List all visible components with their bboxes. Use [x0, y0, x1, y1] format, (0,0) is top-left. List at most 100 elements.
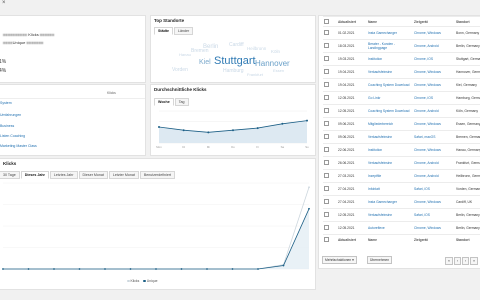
row-name[interactable]: Autoreflexe	[367, 221, 413, 235]
row-select[interactable]	[323, 143, 337, 157]
row-select[interactable]	[323, 182, 337, 196]
table-row[interactable]: 27.03.2021 Inzeptfile Chrome, Android Heilb…	[323, 169, 480, 183]
row-name[interactable]: Verkaufsfeinsinn	[367, 65, 413, 79]
row-name[interactable]: Insta Gamechanger	[367, 195, 413, 209]
row-device[interactable]: Chrome, iOS	[413, 91, 455, 105]
row-checkbox[interactable]	[324, 186, 329, 191]
row-device[interactable]: Chrome, Android	[413, 104, 455, 118]
row-device[interactable]: Safari, iOS	[413, 208, 455, 222]
table-row[interactable]: 27.04.2021 Insta Gamechanger Chrome, Windo…	[323, 195, 480, 209]
row-device[interactable]: Chrome, Android	[413, 169, 455, 183]
row-name[interactable]: Coaching System Download	[367, 78, 413, 92]
row-name[interactable]: Berater - Kunden - Landingpage	[367, 39, 413, 53]
row-select[interactable]	[323, 65, 337, 79]
row-select[interactable]	[323, 117, 337, 131]
table-row[interactable]: 19.04.2021 Verkaufsfeinsinn Chrome, Window…	[323, 65, 480, 79]
row-select[interactable]	[323, 26, 337, 40]
tab-last-year[interactable]: Letztes Jahr	[49, 171, 78, 179]
referrer-row-2[interactable]: Umfahrungen	[0, 113, 21, 117]
row-checkbox[interactable]	[324, 160, 329, 165]
row-select[interactable]	[323, 91, 337, 105]
table-row[interactable]: 22.06.2021 Institution Chrome, Windows Hana…	[323, 143, 480, 157]
tab-week[interactable]: Woche	[154, 98, 174, 106]
row-name[interactable]: Verkaufsfeinsinn	[367, 130, 413, 144]
select-all-checkbox[interactable]	[324, 18, 329, 24]
table-row[interactable]: 12.05.2021 Coaching System Download Chrome…	[323, 104, 480, 118]
row-checkbox[interactable]	[324, 95, 329, 100]
row-checkbox[interactable]	[324, 173, 329, 178]
row-name[interactable]: Institution	[367, 52, 413, 66]
row-checkbox[interactable]	[324, 121, 329, 126]
row-select[interactable]	[323, 52, 337, 66]
tab-this-month[interactable]: Dieser Monat	[78, 171, 108, 179]
row-checkbox[interactable]	[324, 56, 329, 61]
table-row[interactable]: 26.06.2021 Verkaufsfeinsinn Chrome, Androi…	[323, 156, 480, 170]
table-row[interactable]: 19.03.2021 Institution Chrome, iOS Stuttgar…	[323, 52, 480, 66]
row-device[interactable]: Safari, iOS	[413, 182, 455, 196]
row-select[interactable]	[323, 221, 337, 235]
last-page-button[interactable]: »	[470, 257, 478, 265]
row-name[interactable]: Go Linkr	[367, 91, 413, 105]
header-name[interactable]: Name	[367, 16, 413, 27]
table-row[interactable]: 12.05.2021 Autoreflexe Chrome, Windows Berl…	[323, 221, 480, 235]
row-name[interactable]: Mitgliederbereich	[367, 117, 413, 131]
header-device[interactable]: Zielgerät	[413, 16, 455, 27]
row-checkbox[interactable]	[324, 212, 329, 217]
row-name[interactable]: Inzeptfile	[367, 169, 413, 183]
row-checkbox[interactable]	[324, 225, 329, 230]
row-device[interactable]: Chrome, Windows	[413, 78, 455, 92]
row-checkbox[interactable]	[324, 147, 329, 152]
row-name[interactable]: Verkaufsfeinsinn	[367, 156, 413, 170]
tab-last-month[interactable]: Letzter Monat	[108, 171, 139, 179]
bulk-actions-select[interactable]: Mehrfachaktionen ▾	[322, 256, 357, 264]
select-all-footer-checkbox[interactable]	[324, 236, 329, 242]
header-updated[interactable]: Aktualisiert	[337, 16, 367, 27]
table-row[interactable]: 01.02.2021 Insta Gamechanger Chrome, Windo…	[323, 26, 480, 40]
first-page-button[interactable]: «	[445, 257, 453, 265]
row-select[interactable]	[323, 130, 337, 144]
footer-updated[interactable]: Aktualisiert	[337, 234, 367, 244]
row-checkbox[interactable]	[324, 43, 329, 48]
table-row[interactable]: 19.04.2021 Coaching System Download Chrome…	[323, 78, 480, 92]
tab-day[interactable]: Tag	[174, 98, 189, 106]
footer-location[interactable]: Standort	[455, 234, 480, 244]
prev-page-button[interactable]: ‹	[453, 257, 461, 265]
table-row[interactable]: 09.06.2021 Verkaufsfeinsinn Safari, macOS B…	[323, 130, 480, 144]
referrer-row-4[interactable]: Listen Coaching	[0, 134, 25, 138]
referrer-row-3[interactable]: Business	[0, 124, 14, 128]
row-name[interactable]: Institution	[367, 143, 413, 157]
row-device[interactable]: Chrome, Windows	[413, 221, 455, 235]
tab-30-days[interactable]: 30 Tage	[0, 171, 20, 179]
row-name[interactable]: Coaching System Download	[367, 104, 413, 118]
next-page-button[interactable]: ›	[461, 257, 470, 265]
tab-countries[interactable]: Länder	[173, 27, 194, 35]
referrer-row-1[interactable]: System	[0, 101, 12, 105]
row-device[interactable]: Safari, macOS	[413, 130, 455, 144]
table-row[interactable]: 09.06.2021 Mitgliederbereich Chrome, Windo…	[323, 117, 480, 131]
row-select[interactable]	[323, 78, 337, 92]
row-device[interactable]: Chrome, Windows	[413, 117, 455, 131]
row-select[interactable]	[323, 39, 337, 53]
row-checkbox[interactable]	[324, 108, 329, 113]
row-device[interactable]: Chrome, Windows	[413, 26, 455, 40]
tab-custom[interactable]: Benutzerdefiniert	[139, 171, 176, 179]
row-device[interactable]: Chrome, Windows	[413, 65, 455, 79]
row-device[interactable]: Chrome, Windows	[413, 195, 455, 209]
row-device[interactable]: Chrome, Android	[413, 156, 455, 170]
row-device[interactable]: Chrome, Android	[413, 39, 455, 53]
footer-device[interactable]: Zielgerät	[413, 234, 455, 244]
row-device[interactable]: Chrome, Windows	[413, 143, 455, 157]
row-checkbox[interactable]	[324, 69, 329, 74]
header-location[interactable]: Standort	[455, 16, 480, 27]
row-select[interactable]	[323, 195, 337, 209]
table-row[interactable]: 12.05.2021 Verkaufsfeinsinn Safari, iOS Ber…	[323, 208, 480, 222]
row-select[interactable]	[323, 208, 337, 222]
table-row[interactable]: 12.05.2021 Go Linkr Chrome, iOS Hamburg, Ge…	[323, 91, 480, 105]
row-checkbox[interactable]	[324, 30, 329, 35]
row-name[interactable]: Verkaufsfeinsinn	[367, 208, 413, 222]
row-checkbox[interactable]	[324, 82, 329, 87]
row-select[interactable]	[323, 104, 337, 118]
close-icon[interactable]: ×	[2, 0, 6, 6]
row-checkbox[interactable]	[324, 199, 329, 204]
row-name[interactable]: Infoblatt	[367, 182, 413, 196]
